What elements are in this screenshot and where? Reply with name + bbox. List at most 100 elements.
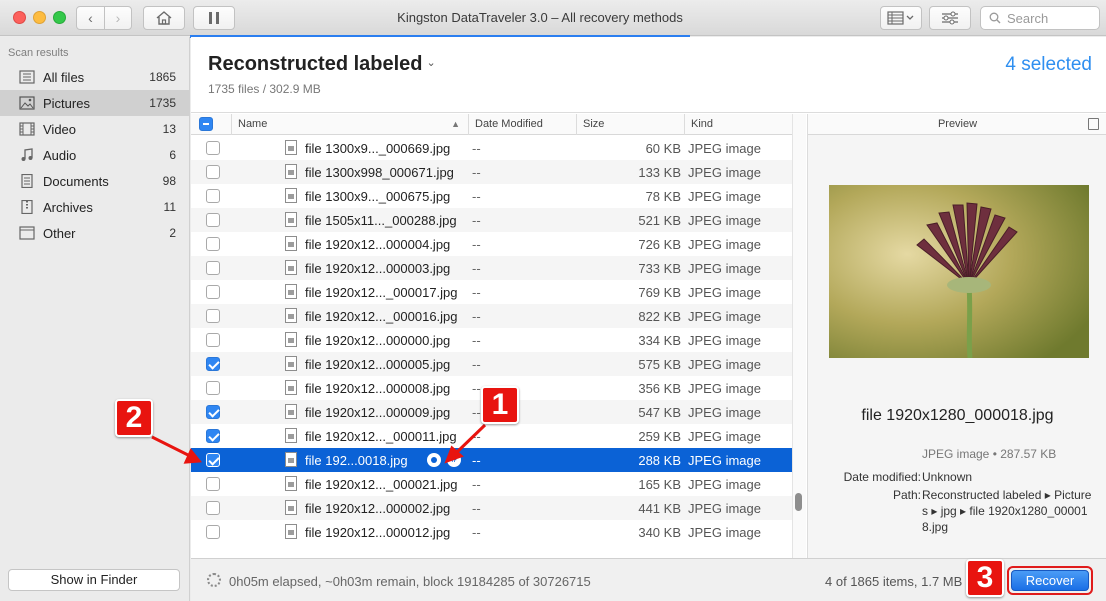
documents-icon <box>21 174 33 188</box>
table-row[interactable]: file 1920x12...000003.jpg -- 733 KB JPEG im… <box>191 256 792 280</box>
view-mode-button[interactable] <box>880 6 922 30</box>
file-kind: JPEG image <box>688 429 761 444</box>
table-row[interactable]: file 192...0018.jpg # -- 288 KB JPEG image <box>191 448 792 472</box>
file-kind: JPEG image <box>688 333 761 348</box>
sidebar-item-documents[interactable]: Documents 98 <box>0 168 189 194</box>
row-checkbox[interactable] <box>206 477 220 491</box>
home-button[interactable] <box>143 6 185 30</box>
file-size: 356 KB <box>638 381 681 396</box>
list-view-icon <box>887 11 914 25</box>
file-size: 60 KB <box>645 141 681 156</box>
row-checkbox[interactable] <box>206 285 220 299</box>
table-row[interactable]: file 1920x12...000002.jpg -- 441 KB JPEG im… <box>191 496 792 520</box>
table-row[interactable]: file 1505x11..._000288.jpg -- 521 KB JPEG i… <box>191 208 792 232</box>
table-row[interactable]: file 1920x12...000000.jpg -- 334 KB JPEG im… <box>191 328 792 352</box>
page-title-text: Reconstructed labeled <box>208 53 423 75</box>
row-checkbox[interactable] <box>206 309 220 323</box>
column-kind[interactable]: Kind <box>684 114 792 135</box>
sidebar-item-count: 98 <box>162 174 176 188</box>
sidebar-item-audio[interactable]: Audio 6 <box>0 142 189 168</box>
row-checkbox[interactable] <box>206 381 220 395</box>
search-placeholder: Search <box>1007 10 1049 26</box>
row-checkbox[interactable] <box>206 333 220 347</box>
row-checkbox[interactable] <box>206 357 220 371</box>
file-name: file 1920x12...000000.jpg <box>305 333 451 348</box>
close-window-button[interactable] <box>13 11 26 24</box>
preview-path-label: Path: <box>892 488 921 502</box>
jpeg-file-icon <box>285 356 297 371</box>
sidebar-item-pictures[interactable]: Pictures 1735 <box>0 90 189 116</box>
row-checkbox[interactable] <box>206 429 220 443</box>
preview-file-name: file 1920x1280_000018.jpg <box>861 407 1054 424</box>
row-checkbox[interactable] <box>206 237 220 251</box>
preview-heading: Preview <box>937 118 978 130</box>
date-modified: -- <box>472 405 481 420</box>
file-name: file 192...0018.jpg <box>305 453 408 468</box>
jpeg-file-icon <box>285 164 297 179</box>
zoom-window-button[interactable] <box>53 11 66 24</box>
preview-image <box>829 185 1089 358</box>
table-row[interactable]: file 1920x12...000005.jpg -- 575 KB JPEG im… <box>191 352 792 376</box>
sidebar-item-count: 2 <box>169 226 176 240</box>
row-checkbox[interactable] <box>206 141 220 155</box>
recover-button[interactable]: Recover <box>1011 570 1089 591</box>
show-in-finder-button[interactable]: Show in Finder <box>8 569 180 591</box>
copy-icon[interactable] <box>1088 118 1099 130</box>
hash-icon[interactable]: # <box>447 453 461 467</box>
sidebar-item-archives[interactable]: Archives 11 <box>0 194 189 220</box>
table-row[interactable]: file 1920x12..._000016.jpg -- 822 KB JPEG i… <box>191 304 792 328</box>
sidebar-item-label: All files <box>43 70 85 85</box>
column-size[interactable]: Size <box>576 114 684 135</box>
sidebar-item-all-files[interactable]: All files 1865 <box>0 64 189 90</box>
pause-scan-button[interactable] <box>193 6 235 30</box>
row-checkbox[interactable] <box>206 189 220 203</box>
row-checkbox[interactable] <box>206 405 220 419</box>
audio-icon <box>21 148 33 161</box>
file-name: file 1920x12...000004.jpg <box>305 237 451 252</box>
table-row[interactable]: file 1300x9..._000675.jpg -- 78 KB JPEG ima… <box>191 184 792 208</box>
page-title[interactable]: Reconstructed labeled ⌄ <box>208 53 436 76</box>
row-checkbox[interactable] <box>206 501 220 515</box>
file-name: file 1920x12..._000021.jpg <box>305 477 458 492</box>
file-kind: JPEG image <box>688 237 761 252</box>
minimize-window-button[interactable] <box>33 11 46 24</box>
jpeg-file-icon <box>285 236 297 251</box>
select-all-checkbox[interactable] <box>199 117 213 131</box>
search-input[interactable]: Search <box>980 6 1100 30</box>
sidebar-item-video[interactable]: Video 13 <box>0 116 189 142</box>
forward-button[interactable]: › <box>103 7 131 29</box>
file-kind: JPEG image <box>688 381 761 396</box>
filter-settings-button[interactable] <box>929 6 971 30</box>
table-row[interactable]: file 1920x12...000012.jpg -- 340 KB JPEG im… <box>191 520 792 544</box>
table-row[interactable]: file 1920x12...000004.jpg -- 726 KB JPEG im… <box>191 232 792 256</box>
row-checkbox[interactable] <box>206 213 220 227</box>
column-date-modified[interactable]: Date Modified <box>468 114 576 135</box>
date-modified: -- <box>472 477 481 492</box>
jpeg-file-icon <box>285 212 297 227</box>
column-name[interactable]: Name ▲ <box>231 114 468 135</box>
table-row[interactable]: file 1920x12..._000017.jpg -- 769 KB JPEG i… <box>191 280 792 304</box>
row-checkbox[interactable] <box>206 165 220 179</box>
table-scrollbar[interactable] <box>792 114 806 558</box>
preview-date-value: Unknown <box>922 470 973 484</box>
scrollbar-thumb[interactable] <box>795 493 802 511</box>
back-button[interactable]: ‹ <box>77 7 104 29</box>
file-table: Name ▲ Date Modified Size Kind file 1300x… <box>191 114 792 558</box>
table-row[interactable]: file 1300x9..._000669.jpg -- 60 KB JPEG ima… <box>191 136 792 160</box>
jpeg-file-icon <box>285 428 297 443</box>
row-checkbox[interactable] <box>206 453 220 467</box>
date-modified: -- <box>472 453 481 468</box>
row-checkbox[interactable] <box>206 525 220 539</box>
date-modified: -- <box>472 285 481 300</box>
file-size: 340 KB <box>638 525 681 540</box>
row-checkbox[interactable] <box>206 261 220 275</box>
eye-icon[interactable] <box>427 453 441 467</box>
file-size: 334 KB <box>638 333 681 348</box>
table-row[interactable]: file 1920x12..._000011.jpg -- 259 KB JPEG i… <box>191 424 792 448</box>
sidebar-item-other[interactable]: Other 2 <box>0 220 189 246</box>
table-row[interactable]: file 1300x998_000671.jpg -- 133 KB JPEG ima… <box>191 160 792 184</box>
jpeg-file-icon <box>285 476 297 491</box>
jpeg-file-icon <box>285 404 297 419</box>
table-row[interactable]: file 1920x12..._000021.jpg -- 165 KB JPEG i… <box>191 472 792 496</box>
file-kind: JPEG image <box>688 357 761 372</box>
